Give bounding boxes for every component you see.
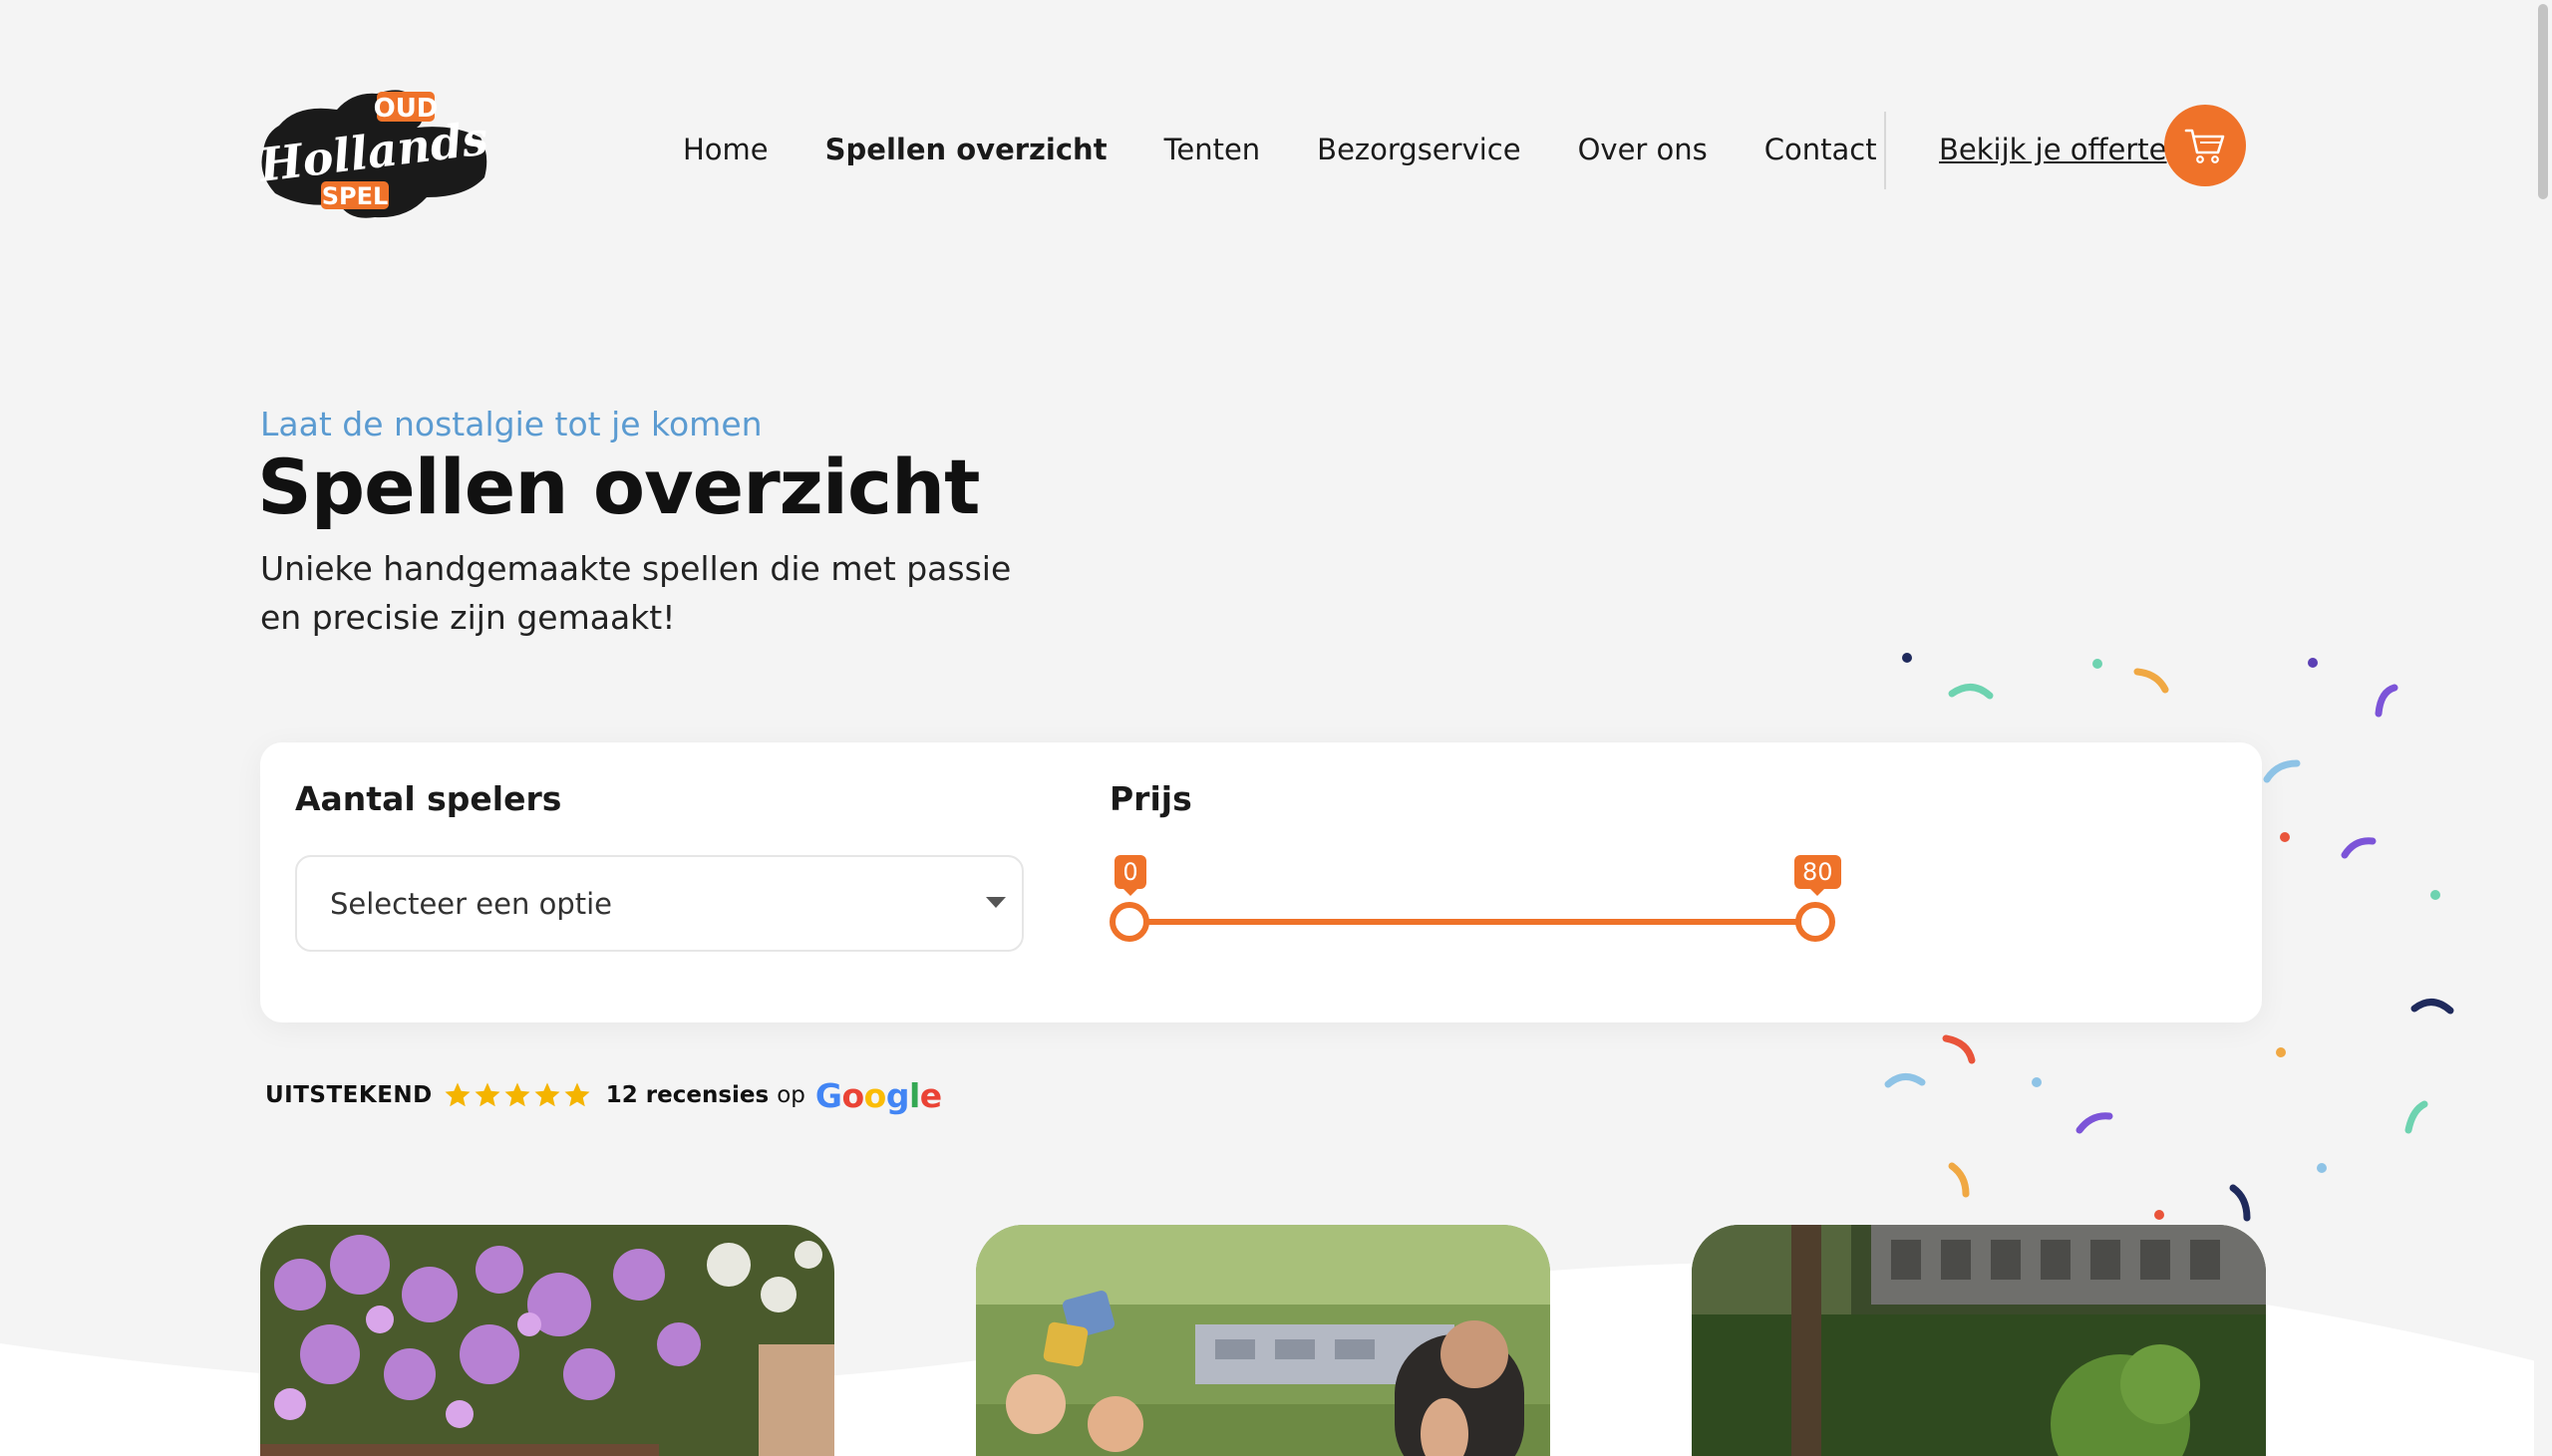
google-letter: o	[863, 1075, 887, 1115]
google-reviews-badge[interactable]: UITSTEKEND 12 recensies op Google	[265, 1075, 942, 1115]
nav-bezorgservice[interactable]: Bezorgservice	[1317, 133, 1520, 166]
review-on-label: op	[777, 1082, 805, 1108]
price-max-tooltip: 80	[1794, 855, 1841, 896]
star-icon	[504, 1082, 530, 1107]
price-min-handle[interactable]	[1110, 902, 1149, 942]
google-letter: G	[814, 1075, 842, 1115]
review-stars	[443, 1080, 592, 1110]
star-icon	[534, 1082, 560, 1107]
scrollbar-thumb[interactable]	[2538, 4, 2548, 199]
confetti-decoration	[1884, 653, 2454, 1222]
nav-contact[interactable]: Contact	[1764, 133, 1877, 166]
hero-subtitle: Laat de nostalgie tot je komen	[260, 405, 763, 443]
view-quote-link[interactable]: Bekijk je offerte	[1939, 118, 2166, 181]
nav-spellen-overzicht[interactable]: Spellen overzicht	[825, 133, 1108, 166]
product-image-flowers	[260, 1225, 834, 1456]
price-min-tooltip: 0	[1115, 855, 1146, 896]
product-image-kids-playing	[976, 1225, 1550, 1456]
chevron-down-icon	[986, 897, 1006, 908]
cart-button[interactable]	[2164, 105, 2246, 186]
google-letter: o	[841, 1075, 864, 1115]
price-filter-label: Prijs	[1110, 779, 1192, 818]
nav-over-ons[interactable]: Over ons	[1578, 133, 1708, 166]
nav-tenten[interactable]: Tenten	[1164, 133, 1261, 166]
google-letter: e	[919, 1075, 942, 1115]
star-icon	[564, 1082, 590, 1107]
star-icon	[475, 1082, 500, 1107]
product-image-garden	[1692, 1225, 2266, 1456]
star-icon	[445, 1082, 471, 1107]
price-max-handle[interactable]	[1795, 902, 1835, 942]
main-nav: Home Spellen overzicht Tenten Bezorgserv…	[683, 118, 1934, 181]
product-card-1[interactable]	[260, 1225, 834, 1456]
nav-home[interactable]: Home	[683, 133, 769, 166]
shopping-cart-icon	[2184, 129, 2225, 163]
page-scrollbar[interactable]	[2534, 0, 2552, 1456]
price-slider-track[interactable]	[1129, 919, 1817, 925]
review-rating-label: UITSTEKEND	[265, 1082, 433, 1108]
logo-text-spel: SPEL	[322, 182, 389, 210]
players-select-placeholder: Selecteer een optie	[330, 886, 612, 921]
google-logo: Google	[815, 1076, 942, 1115]
nav-divider	[1884, 112, 1886, 189]
google-letter: g	[885, 1075, 910, 1115]
product-card-2[interactable]	[976, 1225, 1550, 1456]
product-card-3[interactable]	[1692, 1225, 2266, 1456]
hero-description: Unieke handgemaakte spellen die met pass…	[260, 549, 1012, 637]
review-count: 12 recensies	[605, 1082, 770, 1108]
players-select[interactable]: Selecteer een optie	[295, 855, 1024, 952]
players-filter-label: Aantal spelers	[295, 779, 562, 818]
page-title: Spellen overzicht	[257, 442, 980, 531]
site-logo[interactable]: OUD Hollands SPEL	[254, 82, 492, 221]
google-letter: l	[908, 1075, 920, 1115]
